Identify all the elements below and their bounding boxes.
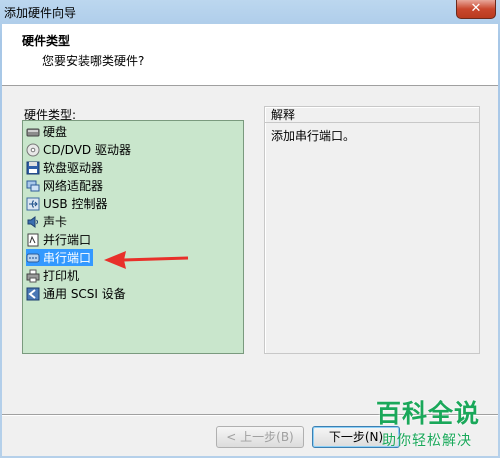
- list-item-label: 并行端口: [43, 233, 92, 247]
- list-item-label: 软盘驱动器: [43, 161, 104, 175]
- floppy-icon: [26, 161, 40, 175]
- list-item-parallel-port[interactable]: 并行端口: [26, 231, 93, 248]
- list-item-label: 硬盘: [43, 125, 68, 139]
- page-title: 硬件类型: [22, 34, 71, 48]
- explanation-text: 添加串行端口。: [271, 129, 356, 143]
- network-adapter-icon: [26, 179, 40, 193]
- wizard-window: 添加硬件向导 ✕ 硬件类型 您要安装哪类硬件? 硬件类型: 硬盘 CD/DVD …: [0, 0, 500, 458]
- watermark-slogan: 助你轻松解决: [382, 433, 472, 449]
- list-item-network-adapter[interactable]: 网络适配器: [26, 177, 105, 194]
- list-item-scsi[interactable]: 通用 SCSI 设备: [26, 285, 128, 302]
- watermark: 百科全说 助你轻松解决: [368, 392, 500, 458]
- hardware-type-list[interactable]: 硬盘 CD/DVD 驱动器 软盘驱动器 网络适配器 USB 控制器 声卡 并行端…: [22, 120, 244, 354]
- explanation-panel: 解释 添加串行端口。: [264, 106, 480, 354]
- usb-icon: [26, 197, 40, 211]
- sound-card-icon: [26, 215, 40, 229]
- list-item-label: 打印机: [43, 269, 80, 283]
- wizard-header: 硬件类型 您要安装哪类硬件?: [2, 24, 498, 86]
- serial-port-icon: [26, 251, 40, 265]
- list-item-label: 通用 SCSI 设备: [43, 287, 126, 301]
- watermark-brand: 百科全说: [376, 399, 481, 428]
- printer-icon: [26, 269, 40, 283]
- list-item-label: USB 控制器: [43, 197, 108, 211]
- list-item-cd-dvd[interactable]: CD/DVD 驱动器: [26, 141, 133, 158]
- list-item-hard-disk[interactable]: 硬盘: [26, 123, 69, 140]
- list-item-label: 声卡: [43, 215, 68, 229]
- list-item-label: 网络适配器: [43, 179, 104, 193]
- list-item-usb[interactable]: USB 控制器: [26, 195, 109, 212]
- list-item-sound-card[interactable]: 声卡: [26, 213, 69, 230]
- list-item-serial-port[interactable]: 串行端口: [26, 249, 94, 266]
- explanation-divider: [265, 122, 479, 123]
- title-bar: 添加硬件向导 ✕: [0, 0, 500, 24]
- parallel-port-icon: [26, 233, 40, 247]
- close-button[interactable]: ✕: [456, 0, 496, 19]
- back-button[interactable]: < 上一步(B): [216, 426, 304, 448]
- window-title: 添加硬件向导: [4, 6, 77, 20]
- list-item-printer[interactable]: 打印机: [26, 267, 81, 284]
- list-item-floppy[interactable]: 软盘驱动器: [26, 159, 105, 176]
- cd-dvd-icon: [26, 143, 40, 157]
- list-item-label: CD/DVD 驱动器: [43, 143, 131, 157]
- hard-disk-icon: [26, 125, 40, 139]
- explanation-label: 解释: [271, 108, 296, 122]
- page-subtitle: 您要安装哪类硬件?: [42, 54, 145, 68]
- scsi-icon: [26, 287, 40, 301]
- list-item-label: 串行端口: [43, 251, 92, 265]
